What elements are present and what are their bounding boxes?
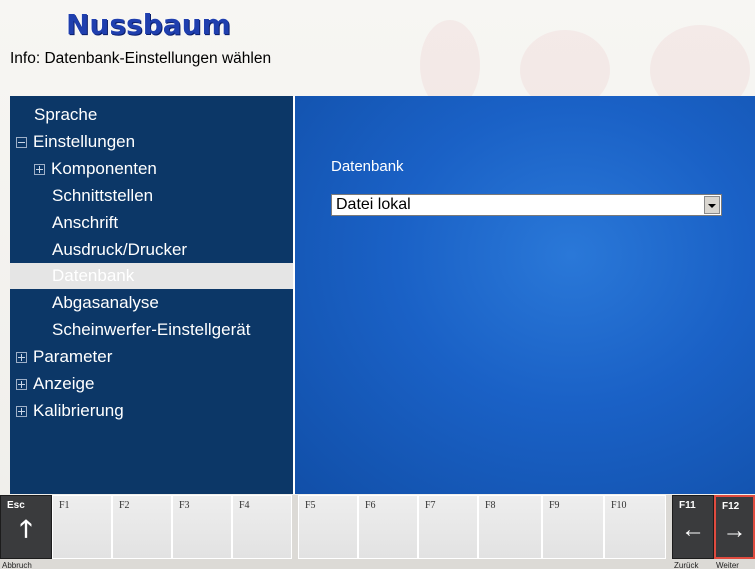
tree-item-label: Sprache [34,105,98,124]
tree-item-label: Einstellungen [33,131,136,151]
tree-item-label: Anschrift [52,212,119,232]
database-field-label: Datenbank [331,158,404,175]
expand-icon[interactable] [34,163,45,175]
fkey-f2[interactable]: F2 [112,495,172,559]
expand-icon[interactable] [16,352,27,364]
expand-icon[interactable] [16,405,27,417]
fkey-label: F10 [611,500,627,511]
settings-tree: Sprache Einstellungen Komponenten Schnittst… [10,96,295,494]
tree-item-label: Komponenten [51,158,157,178]
tree-item-datenbank[interactable]: Datenbank [10,263,293,290]
fkey-f5[interactable]: F5 [298,495,358,559]
tree-item-scheinwerfer-einstellgerät[interactable]: Scheinwerfer-Einstellgerät [10,317,293,343]
fkey-f12[interactable]: F12 → [714,495,755,559]
tree-item-abgasanalyse[interactable]: Abgasanalyse [10,290,293,316]
tree-item-label: Kalibrierung [33,400,124,420]
main-panel: Sprache Einstellungen Komponenten Schnittst… [10,96,755,494]
dropdown-arrow-icon[interactable] [704,196,720,214]
tree-item-kalibrierung[interactable]: Kalibrierung [10,398,293,424]
fkey-label: F4 [239,500,250,511]
fkey-label: F11 [679,500,696,511]
tree-item-ausdruck-drucker[interactable]: Ausdruck/Drucker [10,237,293,263]
fkey-label: F3 [179,500,190,511]
fkey-f10[interactable]: F10 [604,495,666,559]
database-select[interactable]: Datei lokal [331,194,722,216]
tree-item-label: Abgasanalyse [52,293,159,313]
info-line: Info: Datenbank-Einstellungen wählen [10,50,272,67]
tree-item-sprache[interactable]: Sprache [10,102,293,128]
fkey-label: F5 [305,500,316,511]
fkey-caption: Zurück [674,561,699,569]
fkey-label: F2 [119,500,130,511]
fkey-label: F12 [722,501,740,512]
tree-item-label: Scheinwerfer-Einstellgerät [52,320,251,340]
fkey-f3[interactable]: F3 [172,495,232,559]
function-key-bar: Esc 🡑 Abbruch F1 F2 F3 F4 F5 F6 F7 F8 F9 F10 F11 ← Zurü… [0,495,755,569]
tree-item-anzeige[interactable]: Anzeige [10,371,293,397]
collapse-icon[interactable] [16,136,27,148]
tree-item-label: Parameter [33,347,113,367]
database-select-value: Datei lokal [336,196,411,213]
tree-item-label: Ausdruck/Drucker [52,239,188,259]
fkey-f11[interactable]: F11 ← [672,495,714,559]
fkey-label: F9 [549,500,560,511]
fkey-caption: Abbruch [2,561,32,569]
fkey-f1[interactable]: F1 [52,495,112,559]
arrow-up-icon: 🡑 [19,516,33,543]
fkey-esc[interactable]: Esc 🡑 [0,495,52,559]
fkey-label: Esc [7,500,25,511]
fkey-f4[interactable]: F4 [232,495,292,559]
fkey-label: F1 [59,500,70,511]
fkey-f6[interactable]: F6 [358,495,418,559]
tree-item-anschrift[interactable]: Anschrift [10,210,293,236]
tree-item-label: Anzeige [33,374,95,393]
expand-icon[interactable] [16,379,27,391]
brand-logo: Nussbaum [66,7,231,41]
tree-item-einstellungen[interactable]: Einstellungen [10,129,293,155]
fkey-label: F6 [365,500,376,511]
fkey-f9[interactable]: F9 [542,495,604,559]
fkey-label: F7 [425,500,436,511]
tree-item-label: Schnittstellen [52,185,154,205]
tree-item-komponenten[interactable]: Komponenten [10,156,293,182]
tree-item-parameter[interactable]: Parameter [10,344,293,370]
arrow-right-icon: → [722,517,747,544]
tree-item-label: Datenbank [52,266,135,286]
fkey-label: F8 [485,500,496,511]
fkey-f7[interactable]: F7 [418,495,478,559]
logo-text: Nussbaum [66,7,231,41]
fkey-caption: Weiter [716,561,739,569]
header: Nussbaum Info: Datenbank-Einstellungen w… [0,0,755,94]
fkey-f8[interactable]: F8 [478,495,542,559]
settings-content: Datenbank Datei lokal [295,96,755,494]
tree-item-schnittstellen[interactable]: Schnittstellen [10,183,293,209]
arrow-left-icon: ← [681,516,705,543]
app-window: Nussbaum Info: Datenbank-Einstellungen w… [0,0,755,569]
